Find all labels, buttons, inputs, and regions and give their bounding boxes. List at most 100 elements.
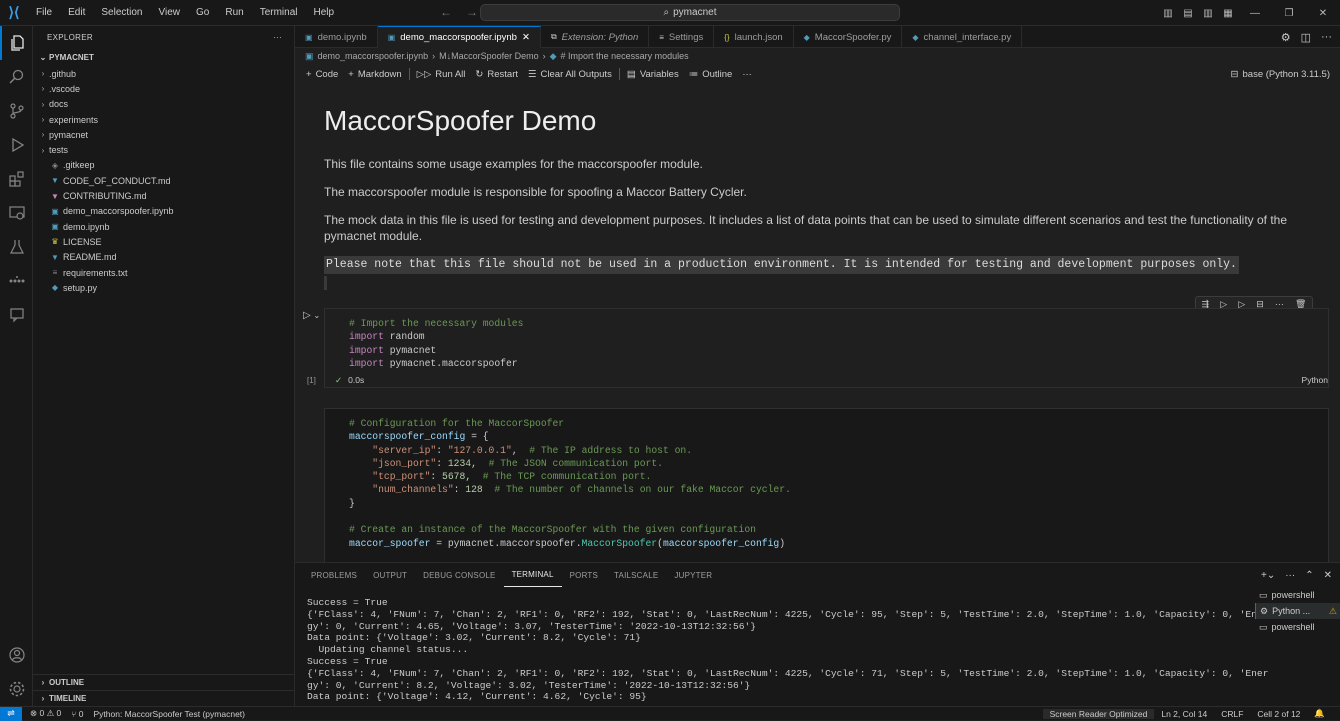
- file-item[interactable]: ▼ CONTRIBUTING.md: [33, 188, 294, 203]
- toggle-sidebar-icon[interactable]: ▥: [1158, 8, 1178, 19]
- tab-demo-ipynb[interactable]: ▣ demo.ipynb: [295, 26, 378, 48]
- add-code-button[interactable]: + Code: [301, 69, 343, 80]
- code-cell[interactable]: # Import the necessary modules import ra…: [324, 308, 1329, 388]
- folder-item[interactable]: › .vscode: [33, 81, 294, 96]
- jupyter-icon[interactable]: [0, 264, 33, 298]
- panel-tab-ports[interactable]: PORTS: [562, 563, 606, 587]
- panel-tab-output[interactable]: OUTPUT: [365, 563, 415, 587]
- ports-status[interactable]: ⑂ 0: [71, 709, 83, 719]
- tab-maccorspoofer-py[interactable]: ◆ MaccorSpoofer.py: [794, 26, 903, 48]
- cell-status[interactable]: Cell 2 of 12: [1250, 709, 1307, 719]
- folder-item[interactable]: › pymacnet: [33, 127, 294, 142]
- menu-run[interactable]: Run: [217, 0, 251, 26]
- explorer-icon[interactable]: [0, 26, 33, 60]
- tab-launch-json[interactable]: {} launch.json: [714, 26, 794, 48]
- gear-icon[interactable]: ⚙: [1281, 31, 1291, 44]
- code-cell-active[interactable]: # Configuration for the MaccorSpoofer ma…: [324, 408, 1329, 562]
- file-item[interactable]: ▣ demo_maccorspoofer.ipynb: [33, 204, 294, 219]
- file-item[interactable]: ◆ setup.py: [33, 280, 294, 295]
- search-icon[interactable]: [0, 60, 33, 94]
- terminal-instance[interactable]: ▭ powershell: [1255, 619, 1340, 635]
- more-actions-icon[interactable]: ···: [1321, 31, 1332, 43]
- back-arrow-icon[interactable]: ←: [440, 5, 452, 19]
- command-center-search[interactable]: ⌕ pymacnet: [480, 4, 900, 21]
- minimize-button[interactable]: —: [1238, 8, 1272, 19]
- file-item[interactable]: ♛ LICENSE: [33, 234, 294, 249]
- panel-tab-problems[interactable]: PROBLEMS: [303, 563, 365, 587]
- close-icon[interactable]: ✕: [522, 32, 530, 43]
- tab-demo-maccorspoofer[interactable]: ▣ demo_maccorspoofer.ipynb ✕: [377, 26, 541, 48]
- file-item[interactable]: ▼ CODE_OF_CONDUCT.md: [33, 173, 294, 188]
- panel-tab-terminal[interactable]: TERMINAL: [503, 563, 562, 587]
- cell-source[interactable]: # Import the necessary modules import ra…: [349, 317, 523, 370]
- menu-edit[interactable]: Edit: [60, 0, 93, 26]
- run-all-button[interactable]: ▷▷ Run All: [412, 69, 471, 80]
- menu-view[interactable]: View: [151, 0, 189, 26]
- interpreter-status[interactable]: Python: MaccorSpoofer Test (pymacnet): [94, 709, 246, 719]
- comments-icon[interactable]: [0, 298, 33, 332]
- screen-reader-status[interactable]: Screen Reader Optimized: [1042, 708, 1155, 719]
- file-item[interactable]: ▼ README.md: [33, 250, 294, 265]
- maximize-panel-icon[interactable]: ⌃: [1305, 570, 1313, 581]
- cell-language[interactable]: Python: [1302, 375, 1328, 385]
- problems-status[interactable]: ⊗ 0 ⚠ 0: [30, 708, 61, 719]
- file-item[interactable]: ▣ demo.ipynb: [33, 219, 294, 234]
- customize-layout-icon[interactable]: ▦: [1218, 8, 1238, 19]
- folder-item[interactable]: › experiments: [33, 112, 294, 127]
- variables-button[interactable]: ▤ Variables: [622, 69, 684, 80]
- terminal-instance[interactable]: ⚙ Python ... ⚠: [1255, 603, 1340, 619]
- add-markdown-button[interactable]: + Markdown: [343, 69, 406, 80]
- menu-go[interactable]: Go: [188, 0, 217, 26]
- folder-item[interactable]: › .github: [33, 66, 294, 81]
- tab-extension-python[interactable]: ⧉ Extension: Python: [541, 26, 650, 48]
- tab-channel-interface-py[interactable]: ◆ channel_interface.py: [902, 26, 1023, 48]
- workspace-root[interactable]: ⌄ PYMACNET: [33, 48, 294, 66]
- toggle-panel-icon[interactable]: ▤: [1178, 8, 1198, 19]
- folder-item[interactable]: › docs: [33, 97, 294, 112]
- menu-file[interactable]: File: [28, 0, 60, 26]
- forward-arrow-icon[interactable]: →: [466, 5, 478, 19]
- account-icon[interactable]: [0, 638, 33, 672]
- more-actions-icon[interactable]: ···: [737, 69, 757, 80]
- menu-terminal[interactable]: Terminal: [252, 0, 306, 26]
- breadcrumb-file[interactable]: demo_maccorspoofer.ipynb: [318, 51, 429, 61]
- source-control-icon[interactable]: [0, 94, 33, 128]
- terminal-output[interactable]: Success = True {'FClass': 4, 'FNum': 7, '…: [307, 597, 1268, 703]
- restart-button[interactable]: ↻ Restart: [470, 69, 523, 80]
- cursor-position[interactable]: Ln 2, Col 14: [1154, 709, 1214, 719]
- chevron-down-icon[interactable]: ⌄: [313, 311, 320, 320]
- restore-button[interactable]: ❐: [1272, 8, 1306, 19]
- panel-tab-debug-console[interactable]: DEBUG CONSOLE: [415, 563, 503, 587]
- extensions-icon[interactable]: [0, 162, 33, 196]
- more-actions-icon[interactable]: ···: [273, 33, 282, 42]
- split-editor-icon[interactable]: ◫: [1301, 31, 1311, 44]
- close-panel-icon[interactable]: ✕: [1324, 570, 1332, 581]
- timeline-section[interactable]: › TIMELINE: [33, 690, 295, 706]
- markdown-cell[interactable]: MaccorSpoofer Demo This file contains so…: [324, 84, 1314, 290]
- outline-section[interactable]: › OUTLINE: [33, 674, 295, 690]
- close-window-button[interactable]: ✕: [1306, 8, 1340, 19]
- folder-item[interactable]: › tests: [33, 142, 294, 157]
- cell-source[interactable]: # Configuration for the MaccorSpoofer ma…: [349, 417, 791, 550]
- outline-button[interactable]: ≔ Outline: [684, 69, 738, 80]
- manage-gear-icon[interactable]: [0, 672, 33, 706]
- eol-status[interactable]: CRLF: [1214, 709, 1250, 719]
- notifications-bell-icon[interactable]: 🔔: [1307, 708, 1332, 719]
- run-cell-button[interactable]: ▷ ⌄: [303, 310, 320, 321]
- menu-selection[interactable]: Selection: [93, 0, 150, 26]
- run-debug-icon[interactable]: [0, 128, 33, 162]
- panel-tab-jupyter[interactable]: JUPYTER: [666, 563, 720, 587]
- panel-tab-tailscale[interactable]: TAILSCALE: [606, 563, 666, 587]
- file-item[interactable]: ≡ requirements.txt: [33, 265, 294, 280]
- new-terminal-icon[interactable]: +⌄: [1261, 570, 1275, 581]
- remote-indicator-icon[interactable]: ⇌: [0, 706, 22, 721]
- terminal-instance[interactable]: ▭ powershell: [1255, 587, 1340, 603]
- breadcrumb-cell[interactable]: # Import the necessary modules: [561, 51, 689, 61]
- file-item[interactable]: ◈ .gitkeep: [33, 158, 294, 173]
- breadcrumb-heading[interactable]: M↓MaccorSpoofer Demo: [439, 51, 539, 61]
- menu-help[interactable]: Help: [306, 0, 343, 26]
- more-actions-icon[interactable]: ···: [1285, 570, 1295, 581]
- testing-icon[interactable]: [0, 230, 33, 264]
- clear-outputs-button[interactable]: ☰ Clear All Outputs: [523, 69, 617, 80]
- remote-explorer-icon[interactable]: [0, 196, 33, 230]
